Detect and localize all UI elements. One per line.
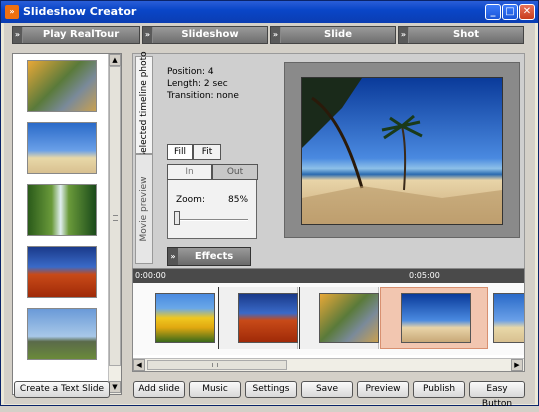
tab-movie-preview[interactable]: Movie preview bbox=[135, 154, 153, 264]
timeline-clip-selected[interactable] bbox=[401, 293, 471, 343]
chevron-down-icon: » bbox=[399, 27, 409, 43]
photo-thumb[interactable] bbox=[27, 184, 97, 236]
scroll-right-arrow-icon[interactable]: ▶ bbox=[511, 359, 523, 371]
zoom-label: Zoom: bbox=[176, 195, 205, 205]
effects-button[interactable]: » Effects bbox=[167, 247, 251, 266]
tab-out[interactable]: Out bbox=[212, 164, 258, 180]
timeline-ruler: 0:00:00 0:05:00 bbox=[133, 269, 524, 283]
fit-button[interactable]: Fit bbox=[193, 144, 221, 160]
timeline-clip[interactable] bbox=[238, 293, 298, 343]
scroll-thumb[interactable] bbox=[147, 360, 287, 370]
chevron-down-icon: » bbox=[168, 248, 178, 265]
timeline-clip[interactable] bbox=[319, 293, 379, 343]
menu-slide[interactable]: » Slide bbox=[270, 26, 396, 44]
photo-info: Position: 4 Length: 2 sec Transition: no… bbox=[167, 66, 239, 102]
save-button[interactable]: Save bbox=[301, 381, 353, 398]
vertical-scrollbar[interactable]: ▲ ▼ bbox=[108, 54, 121, 394]
chevron-down-icon: » bbox=[143, 27, 153, 43]
easy-button[interactable]: Easy Button bbox=[469, 381, 525, 409]
position-text: Position: 4 bbox=[167, 67, 214, 77]
length-text: Length: 2 sec bbox=[167, 79, 228, 89]
preview-button[interactable]: Preview bbox=[357, 381, 409, 398]
app-icon: » bbox=[5, 5, 19, 19]
music-button[interactable]: Music bbox=[189, 381, 241, 398]
add-slide-button[interactable]: Add slide bbox=[133, 381, 185, 398]
chevron-down-icon: » bbox=[13, 27, 23, 43]
zoom-value: 85% bbox=[228, 195, 249, 205]
horizontal-scrollbar[interactable]: ◀ ▶ bbox=[133, 358, 524, 371]
scroll-up-arrow-icon[interactable]: ▲ bbox=[109, 54, 121, 66]
menu-play-realtour[interactable]: » Play RealTour bbox=[12, 26, 140, 44]
time-tick: 0:05:00 bbox=[409, 271, 440, 280]
window-title: Slideshow Creator bbox=[23, 5, 137, 18]
minimize-button[interactable]: _ bbox=[485, 4, 501, 20]
menu-label: Play RealTour bbox=[42, 29, 120, 40]
title-bar[interactable]: » Slideshow Creator _ □ ✕ bbox=[1, 1, 538, 23]
create-text-slide-button[interactable]: Create a Text Slide bbox=[14, 381, 110, 398]
scroll-thumb[interactable] bbox=[109, 66, 121, 366]
grip-icon bbox=[212, 363, 218, 367]
zoom-slider-track[interactable] bbox=[178, 219, 248, 221]
photo-thumb[interactable] bbox=[27, 308, 97, 360]
photo-preview bbox=[301, 77, 503, 225]
photo-library[interactable]: ▲ ▼ bbox=[12, 53, 122, 395]
menu-slideshow[interactable]: » Slideshow bbox=[142, 26, 268, 44]
menu-shot[interactable]: » Shot bbox=[398, 26, 524, 44]
timeline-clip[interactable] bbox=[493, 293, 524, 343]
publish-button[interactable]: Publish bbox=[413, 381, 465, 398]
fill-button[interactable]: Fill bbox=[167, 144, 193, 160]
menu-label: Shot bbox=[453, 29, 479, 40]
close-button[interactable]: ✕ bbox=[519, 4, 535, 20]
timeline-clip[interactable] bbox=[155, 293, 215, 343]
photo-preview-frame bbox=[284, 62, 520, 238]
zoom-panel: In Out Zoom: 85% bbox=[167, 164, 258, 239]
settings-button[interactable]: Settings bbox=[245, 381, 297, 398]
client-area: » Play RealTour » Slideshow » Slide » Sh… bbox=[4, 23, 535, 409]
transition-text: Transition: none bbox=[167, 91, 239, 101]
timeline-track[interactable] bbox=[133, 283, 524, 355]
zoom-slider-handle[interactable] bbox=[174, 211, 180, 225]
menu-label: Slideshow bbox=[181, 29, 239, 40]
tab-in[interactable]: In bbox=[167, 164, 212, 180]
tab-label: Movie preview bbox=[139, 176, 149, 242]
effects-label: Effects bbox=[194, 251, 234, 262]
time-tick: 0:00:00 bbox=[135, 271, 166, 280]
tab-label: Selected timeline photo bbox=[139, 51, 149, 159]
menu-label: Slide bbox=[324, 29, 352, 40]
scroll-down-arrow-icon[interactable]: ▼ bbox=[109, 381, 121, 393]
chevron-down-icon: » bbox=[271, 27, 281, 43]
photo-thumb[interactable] bbox=[27, 246, 97, 298]
photo-thumb[interactable] bbox=[27, 122, 97, 174]
scroll-left-arrow-icon[interactable]: ◀ bbox=[133, 359, 145, 371]
photo-editor-panel: Selected timeline photo Movie preview Po… bbox=[132, 51, 525, 275]
grip-icon bbox=[113, 215, 118, 221]
tab-selected-timeline-photo[interactable]: Selected timeline photo bbox=[135, 51, 153, 159]
timeline[interactable]: 0:00:00 0:05:00 ◀ ▶ bbox=[132, 268, 525, 372]
app-window: » Slideshow Creator _ □ ✕ » Play RealTou… bbox=[0, 0, 539, 409]
photo-thumb[interactable] bbox=[27, 60, 97, 112]
maximize-button[interactable]: □ bbox=[502, 4, 518, 20]
